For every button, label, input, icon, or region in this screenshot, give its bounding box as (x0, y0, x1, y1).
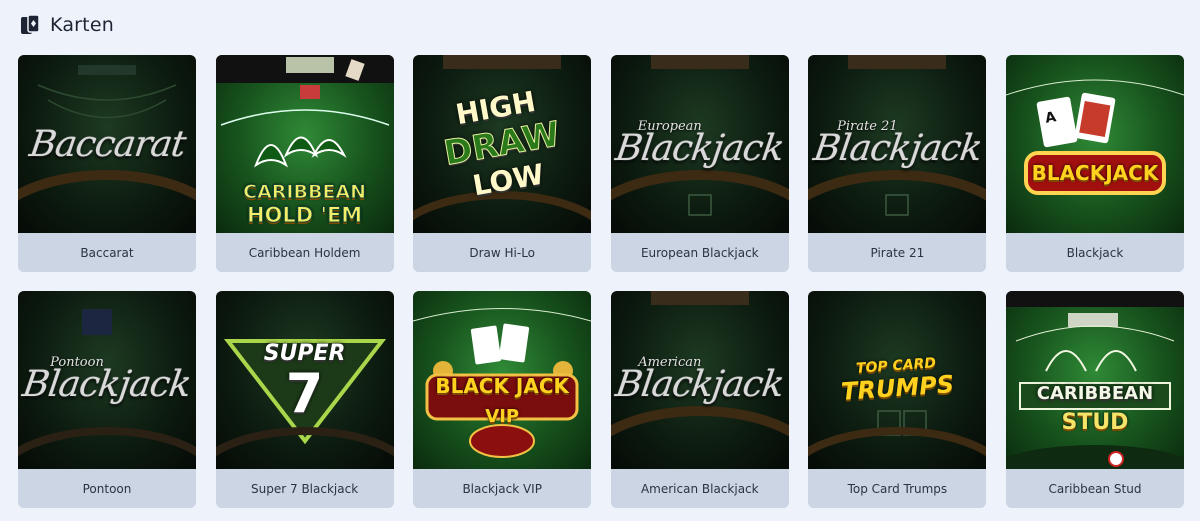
game-card-american-blackjack[interactable]: American Blackjack American Blackjack (610, 291, 789, 508)
games-grid: Baccarat Baccarat CARIBBEAN HOLD 'EM Car… (18, 55, 1184, 508)
game-label[interactable]: European Blackjack (610, 233, 789, 272)
game-thumbnail[interactable]: American Blackjack (610, 291, 789, 469)
game-label[interactable]: Caribbean Stud (1005, 469, 1184, 508)
game-card-blackjack[interactable]: A BLACKJACK Blackjack (1005, 55, 1184, 272)
game-label[interactable]: Pirate 21 (808, 233, 987, 272)
game-card-pirate-21[interactable]: Pirate 21 Blackjack Pirate 21 (808, 55, 987, 272)
game-label[interactable]: Draw Hi-Lo (413, 233, 592, 272)
section-header: Karten (20, 12, 114, 38)
game-card-pontoon[interactable]: Pontoon Blackjack Pontoon (18, 291, 196, 508)
game-thumbnail[interactable]: A BLACKJACK (1005, 55, 1184, 233)
game-card-caribbean-stud[interactable]: CARIBBEAN STUD Caribbean Stud (1005, 291, 1184, 508)
game-thumbnail[interactable]: Baccarat (18, 55, 196, 233)
game-label[interactable]: Blackjack (1005, 233, 1184, 272)
game-thumbnail[interactable]: Pirate 21 Blackjack (808, 55, 987, 233)
game-thumbnail[interactable]: Pontoon Blackjack (18, 291, 196, 469)
game-card-blackjack-vip[interactable]: BLACK JACK VIP Blackjack VIP (413, 291, 592, 508)
section-title: Karten (50, 14, 114, 36)
game-thumbnail[interactable]: HIGH DRAW LOW (413, 55, 592, 233)
game-card-super-7-blackjack[interactable]: SUPER 7 Super 7 Blackjack (215, 291, 394, 508)
game-label[interactable]: Pontoon (18, 469, 196, 508)
game-label[interactable]: Baccarat (18, 233, 196, 272)
game-thumbnail[interactable]: BLACK JACK VIP (413, 291, 592, 469)
game-thumbnail[interactable]: SUPER 7 (215, 291, 394, 469)
game-thumbnail[interactable]: CARIBBEAN HOLD 'EM (215, 55, 394, 233)
game-label[interactable]: Blackjack VIP (413, 469, 592, 508)
game-label[interactable]: Caribbean Holdem (215, 233, 394, 272)
game-card-baccarat[interactable]: Baccarat Baccarat (18, 55, 196, 272)
game-label[interactable]: American Blackjack (610, 469, 789, 508)
game-card-european-blackjack[interactable]: European Blackjack European Blackjack (610, 55, 789, 272)
game-thumbnail[interactable]: TOP CARD TRUMPS (808, 291, 987, 469)
game-thumbnail[interactable]: European Blackjack (610, 55, 789, 233)
game-card-caribbean-holdem[interactable]: CARIBBEAN HOLD 'EM Caribbean Holdem (215, 55, 394, 272)
game-card-draw-hi-lo[interactable]: HIGH DRAW LOW Draw Hi-Lo (413, 55, 592, 272)
cards-icon (21, 14, 40, 34)
game-label[interactable]: Top Card Trumps (808, 469, 987, 508)
game-card-top-card-trumps[interactable]: TOP CARD TRUMPS Top Card Trumps (808, 291, 987, 508)
game-label[interactable]: Super 7 Blackjack (215, 469, 394, 508)
game-thumbnail[interactable]: CARIBBEAN STUD (1005, 291, 1184, 469)
